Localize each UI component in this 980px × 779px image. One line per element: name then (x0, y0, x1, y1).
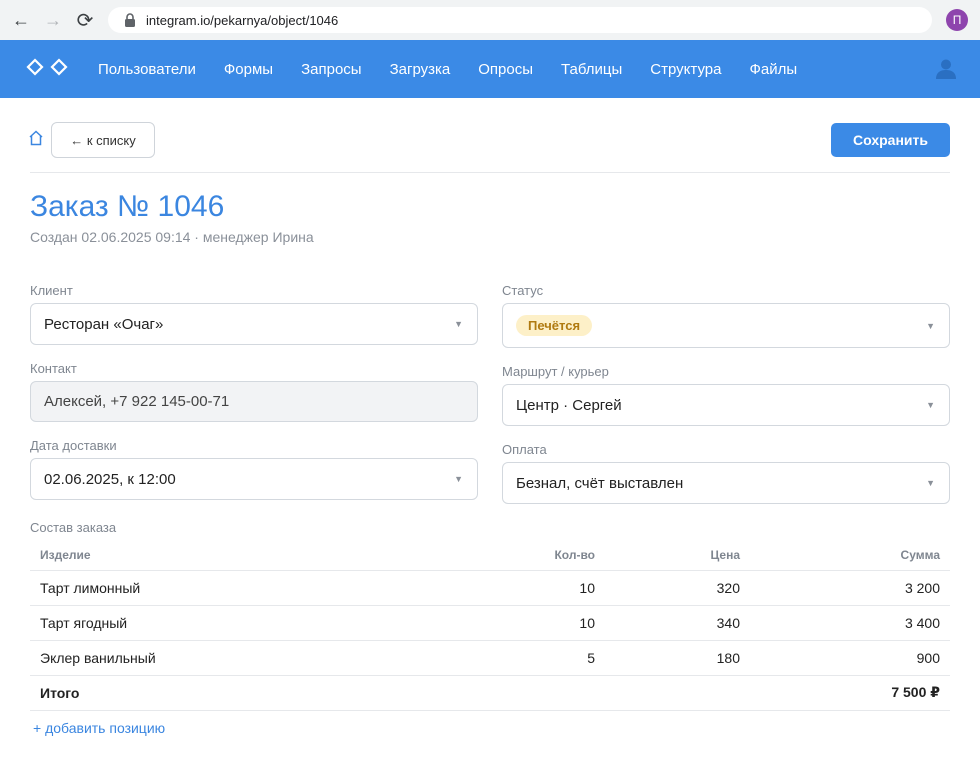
payment-label: Оплата (502, 442, 547, 457)
page-title: Заказ № 1046 (30, 190, 225, 223)
status-select[interactable]: Печётся ▼ (502, 303, 950, 348)
payment-select[interactable]: Безнал, счёт выставлен ▼ (502, 462, 950, 504)
cell-product: Эклер ванильный (30, 640, 450, 676)
home-icon[interactable] (29, 130, 43, 146)
cell-product: Тарт лимонный (30, 570, 450, 606)
app-header: Пользователи Формы Запросы Загрузка Опро… (0, 40, 980, 98)
menu-item-upload[interactable]: Загрузка (376, 40, 465, 98)
delivery-date-select[interactable]: 02.06.2025, к 12:00 ▼ (30, 458, 478, 500)
chevron-down-icon: ▼ (926, 400, 935, 410)
cell-qty: 10 (450, 570, 605, 606)
items-section-label: Состав заказа (30, 520, 117, 535)
col-product: Изделие (30, 540, 450, 571)
cell-price: 340 (605, 605, 750, 641)
menu-item-tables[interactable]: Таблицы (547, 40, 636, 98)
menu-item-users[interactable]: Пользователи (84, 40, 210, 98)
table-row[interactable]: Тарт ягодный 10 340 3 400 (30, 605, 950, 641)
delivery-date-value: 02.06.2025, к 12:00 (44, 470, 176, 488)
cell-sum: 3 200 (750, 570, 950, 606)
contact-field[interactable]: Алексей, +7 922 145-00-71 (30, 381, 478, 422)
menu-item-forms[interactable]: Формы (210, 40, 287, 98)
client-value: Ресторан «Очаг» (44, 315, 164, 333)
menu-item-structure[interactable]: Структура (636, 40, 735, 98)
contact-value: Алексей, +7 922 145-00-71 (44, 393, 230, 410)
url-text: integram.io/pekarnya/object/1046 (146, 12, 339, 28)
order-meta: Создан 02.06.2025 09:14 · менеджер Ирина (30, 229, 314, 245)
chevron-down-icon: ▼ (926, 478, 935, 488)
main-menu: Пользователи Формы Запросы Загрузка Опро… (84, 40, 811, 98)
divider (30, 172, 950, 173)
route-select[interactable]: Центр · Сергей ▼ (502, 384, 950, 426)
save-button[interactable]: Сохранить (831, 123, 950, 157)
total-label: Итого (30, 675, 450, 711)
user-icon[interactable] (934, 58, 958, 80)
total-value: 7 500 ₽ (750, 675, 950, 711)
delivery-date-label: Дата доставки (30, 438, 117, 453)
reload-icon[interactable]: ⟳ (72, 6, 98, 34)
route-label: Маршрут / курьер (502, 364, 609, 379)
menu-item-queries[interactable]: Запросы (287, 40, 376, 98)
route-value: Центр · Сергей (516, 396, 622, 414)
items-table: Изделие Кол-во Цена Сумма Тарт лимонный … (30, 540, 950, 711)
col-price: Цена (605, 540, 750, 571)
contact-label: Контакт (30, 361, 77, 376)
cell-sum: 900 (750, 640, 950, 676)
client-label: Клиент (30, 283, 73, 298)
col-sum: Сумма (750, 540, 950, 571)
cell-price: 320 (605, 570, 750, 606)
table-row[interactable]: Эклер ванильный 5 180 900 (30, 640, 950, 676)
profile-avatar[interactable]: П (946, 9, 968, 31)
chevron-down-icon: ▼ (926, 320, 935, 331)
menu-item-files[interactable]: Файлы (735, 40, 811, 98)
logo-icon[interactable] (26, 58, 70, 78)
add-item-link[interactable]: + добавить позицию (33, 720, 165, 736)
back-arrow-icon[interactable]: ← (8, 6, 34, 34)
browser-chrome: ← → ⟳ integram.io/pekarnya/object/1046 П (0, 0, 980, 40)
total-row: Итого 7 500 ₽ (30, 675, 950, 711)
lock-icon (124, 13, 136, 27)
menu-item-surveys[interactable]: Опросы (464, 40, 547, 98)
payment-value: Безнал, счёт выставлен (516, 474, 684, 492)
chevron-down-icon: ▼ (454, 474, 463, 484)
table-header-row: Изделие Кол-во Цена Сумма (30, 540, 950, 571)
table-row[interactable]: Тарт лимонный 10 320 3 200 (30, 570, 950, 606)
cell-qty: 10 (450, 605, 605, 641)
cell-qty: 5 (450, 640, 605, 676)
back-to-list-button[interactable]: ← к списку (51, 122, 155, 158)
status-badge: Печётся (516, 315, 593, 336)
col-qty: Кол-во (450, 540, 605, 571)
cell-product: Тарт ягодный (30, 605, 450, 641)
cell-price: 180 (605, 640, 750, 676)
cell-sum: 3 400 (750, 605, 950, 641)
chevron-down-icon: ▼ (454, 319, 463, 329)
client-select[interactable]: Ресторан «Очаг» ▼ (30, 303, 478, 345)
address-bar[interactable]: integram.io/pekarnya/object/1046 (108, 7, 932, 33)
forward-arrow-icon[interactable]: → (40, 6, 66, 34)
status-label: Статус (502, 283, 544, 298)
